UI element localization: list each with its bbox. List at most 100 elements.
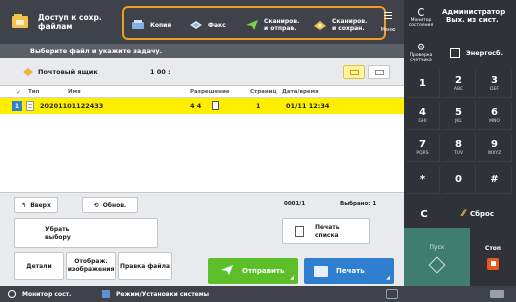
print-list-label: Печать списка: [315, 224, 340, 240]
keypad-key-digit: 8: [455, 139, 462, 150]
send-button[interactable]: Отправить ◢: [208, 258, 298, 284]
keypad-key-letters: JKL: [455, 119, 462, 124]
print-list-button[interactable]: Печать списка: [282, 218, 370, 244]
column-resolution[interactable]: Разрешение: [190, 89, 230, 95]
column-datetime[interactable]: Дата/время: [282, 89, 319, 95]
app-title-line2: файлам: [38, 22, 73, 31]
stop-button[interactable]: Стоп: [470, 228, 516, 286]
keypad-key-digit: *: [419, 174, 426, 185]
clear-key[interactable]: C: [406, 200, 442, 228]
top-bar: Доступ к сохр. файлам Копия Факс Сканиро…: [0, 0, 404, 44]
file-list-empty-area: [0, 114, 404, 192]
status-monitor-bottom-button[interactable]: Монитор сост.: [8, 290, 71, 298]
refresh-button[interactable]: ⟲ Обнов.: [82, 197, 138, 213]
edit-file-button[interactable]: Правка файла: [118, 252, 172, 280]
keypad-key-digit: #: [490, 174, 499, 185]
row-checkbox[interactable]: 1: [12, 101, 22, 111]
clear-selection-label-line2: выбору: [45, 234, 71, 241]
keypad-key-digit: 0: [455, 174, 462, 185]
keyboard-icon: [490, 290, 504, 298]
preview-label-line2: изображения: [67, 266, 115, 273]
send-icon: [220, 264, 234, 278]
fax-shortcut-button[interactable]: Факс: [188, 12, 238, 38]
file-type-icon: [212, 101, 219, 110]
keypad-key-5[interactable]: 5 JKL: [442, 102, 476, 130]
keypad-key-letters: MNO: [489, 119, 500, 124]
column-name[interactable]: Имя: [68, 89, 81, 95]
energy-saver-icon: [450, 48, 460, 58]
status-monitor-label-line2: состояния: [408, 23, 434, 28]
logout-label: Вых. из сист.: [446, 16, 499, 24]
print-button[interactable]: Печать ◢: [304, 258, 394, 284]
file-datetime: 01/11 12:34: [286, 102, 330, 110]
right-panel: Монитор состояния Администратор Вых. из …: [404, 0, 516, 302]
mailbox-number: 1 00 :: [150, 68, 171, 76]
scan-send-shortcut-label: Сканиров. и отправ.: [264, 18, 299, 32]
copy-shortcut-label: Копия: [150, 21, 172, 29]
table-row[interactable]: 1 20201101122433 4 4 1 01/11 12:34: [0, 98, 404, 114]
keypad-key-letters: WXYZ: [487, 151, 502, 156]
hint-bar: Выберите файл и укажите задачу.: [0, 44, 404, 58]
scan-send-label-line2: и отправ.: [264, 25, 297, 32]
keypad-key-digit: 1: [419, 78, 426, 89]
keypad-key-2[interactable]: 2 ABC: [442, 70, 476, 98]
bottom-status-bar: Монитор сост. Режим/Установки системы: [0, 286, 516, 302]
keypad-key-0[interactable]: 0: [442, 166, 476, 194]
start-button[interactable]: Пуск: [404, 228, 470, 286]
keypad-key-1[interactable]: 1: [406, 70, 440, 98]
shortcut-group: Копия Факс Сканиров. и отправ. Сканиров.…: [122, 6, 386, 40]
status-monitor-button[interactable]: Монитор состояния: [404, 0, 438, 36]
details-button[interactable]: Детали: [14, 252, 64, 280]
menu-label: Меню: [380, 26, 396, 33]
keypad-key-6[interactable]: 6 MNO: [478, 102, 512, 130]
reset-label: Сброс: [470, 210, 494, 218]
keypad-key-digit: 3: [491, 75, 498, 86]
thumbnail-view-button[interactable]: [368, 65, 390, 79]
scan-store-shortcut-button[interactable]: Сканиров. и сохран.: [312, 12, 378, 38]
start-icon: [428, 256, 446, 273]
send-label: Отправить: [242, 267, 285, 275]
keypad-key-letters: PQRS: [416, 151, 429, 156]
status-monitor-icon: [417, 8, 425, 16]
keypad-key-digit: 9: [491, 139, 498, 150]
column-pages[interactable]: Страниц: [250, 89, 277, 95]
menu-button[interactable]: Меню: [372, 0, 404, 44]
copy-shortcut-button[interactable]: Копия: [130, 12, 182, 38]
up-button[interactable]: ↰ Вверх: [14, 197, 58, 213]
file-resolution: 4 4: [190, 102, 202, 110]
select-all-checkbox[interactable]: ✓: [16, 89, 21, 96]
page-indicator: 0001/1: [284, 201, 306, 207]
keypad-key-star[interactable]: *: [406, 166, 440, 194]
send-dropdown-icon: ◢: [290, 275, 294, 281]
table-header: ✓ Тип Имя Разрешение Страниц Дата/время: [0, 86, 404, 98]
system-settings-label: Режим/Установки системы: [116, 290, 210, 298]
numeric-keypad: 1 2 ABC 3 DEF 4 GHI 5 JKL 6 MNO 7 PQRS 8 TUV 9 WXYZ * 0 #: [406, 70, 514, 210]
list-view-button[interactable]: [343, 65, 365, 79]
start-label: Пуск: [429, 243, 445, 251]
keypad-key-9[interactable]: 9 WXYZ: [478, 134, 512, 162]
keypad-key-letters: ABC: [453, 87, 464, 92]
keypad-key-letters: GHI: [418, 119, 427, 124]
keypad-key-letters: TUV: [453, 151, 464, 156]
preview-image-button[interactable]: Отображ. изображения: [66, 252, 116, 280]
energy-saver-button[interactable]: Энергосб.: [450, 44, 512, 62]
keypad-key-7[interactable]: 7 PQRS: [406, 134, 440, 162]
keypad-key-4[interactable]: 4 GHI: [406, 102, 440, 130]
keypad-key-digit: 6: [491, 107, 498, 118]
app-icon: [10, 12, 30, 30]
user-menu-button[interactable]: Администратор Вых. из сист.: [442, 8, 514, 24]
keypad-key-hash[interactable]: #: [478, 166, 512, 194]
file-pages: 1: [256, 102, 261, 110]
clear-selection-button[interactable]: Убрать выбору: [14, 218, 158, 248]
refresh-icon: ⟲: [93, 201, 99, 209]
reset-icon: ⁄⁄: [461, 209, 465, 219]
reset-key[interactable]: ⁄⁄ Сброс: [442, 200, 514, 228]
counter-check-button[interactable]: ⚙ Проверка счетчика: [404, 36, 438, 70]
scan-send-shortcut-button[interactable]: Сканиров. и отправ.: [244, 12, 308, 38]
system-settings-button[interactable]: Режим/Установки системы: [102, 290, 209, 298]
status-monitor-bottom-label: Монитор сост.: [22, 290, 72, 298]
column-type[interactable]: Тип: [28, 89, 39, 95]
keypad-key-3[interactable]: 3 DEF: [478, 70, 512, 98]
keypad-key-8[interactable]: 8 TUV: [442, 134, 476, 162]
app-title: Доступ к сохр. файлам: [38, 13, 128, 31]
